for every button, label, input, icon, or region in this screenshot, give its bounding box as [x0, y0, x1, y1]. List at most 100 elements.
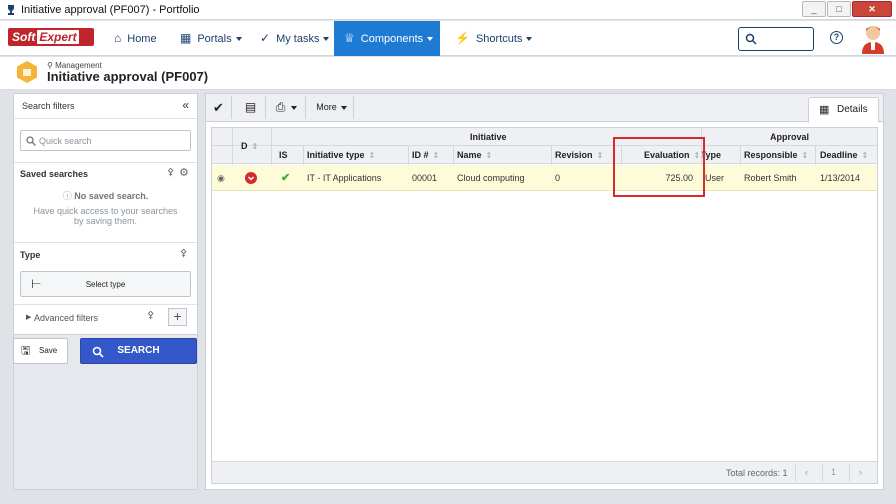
- nav-my-tasks-label: My tasks: [276, 33, 320, 45]
- sort-icon: ⇕: [801, 151, 809, 160]
- save-button[interactable]: 🖫 Save: [13, 338, 68, 364]
- divider: [14, 118, 197, 119]
- column-id[interactable]: ID # ⇕: [412, 146, 439, 164]
- column-initiative-type-label: Initiative type: [307, 150, 365, 160]
- checkmark-icon: ✔: [281, 172, 291, 184]
- column-d[interactable]: D ⇕: [241, 137, 258, 155]
- search-filters-title: Search filters: [22, 101, 75, 111]
- check-icon: ✓: [260, 31, 271, 45]
- tab-details-label: Details: [837, 104, 868, 115]
- column-responsible[interactable]: Responsible ⇕: [744, 146, 808, 164]
- tab-details[interactable]: ▦ Details: [808, 97, 879, 123]
- toolbar: ✔ ▤ ⎙ More: [206, 94, 883, 122]
- more-label: More: [316, 102, 337, 112]
- bolt-icon: ⚡: [455, 31, 470, 45]
- cell-deadline: 1/13/2014: [820, 173, 861, 183]
- view-record-icon[interactable]: ▤: [236, 96, 266, 119]
- chevron-down-icon: [427, 37, 434, 42]
- column-d-label: D: [241, 141, 248, 151]
- column-responsible-label: Responsible: [744, 150, 798, 160]
- no-saved-search-text: No saved search.: [74, 191, 149, 201]
- close-button[interactable]: ✕: [852, 1, 892, 17]
- type-title: Type: [20, 250, 41, 260]
- broom-icon[interactable]: ⚴: [180, 248, 187, 259]
- info-icon: ⓘ: [62, 191, 75, 201]
- status-alert-icon: [245, 172, 257, 184]
- nav-components-label: Components: [360, 33, 424, 45]
- column-revision[interactable]: Revision ⇕: [555, 146, 603, 164]
- page-number[interactable]: 1: [822, 464, 844, 482]
- softexpert-logo[interactable]: Soft Expert: [8, 28, 94, 46]
- gear-icon[interactable]: ⚙: [179, 166, 189, 179]
- nav-shortcuts[interactable]: ⚡ Shortcuts: [445, 21, 542, 56]
- advanced-filters-label[interactable]: Advanced filters: [34, 313, 98, 323]
- divider: [14, 242, 197, 243]
- sort-icon: ⇕: [251, 142, 259, 151]
- column-name-label: Name: [457, 150, 482, 160]
- nav-shortcuts-label: Shortcuts: [475, 33, 523, 45]
- cell-name: Cloud computing: [457, 173, 525, 183]
- column-is-label: IS: [279, 150, 288, 160]
- maximize-button[interactable]: □: [827, 1, 851, 17]
- logo-text-1: Soft: [12, 30, 36, 44]
- print-icon[interactable]: ⎙: [268, 96, 306, 119]
- group-header-approval: Approval: [770, 132, 810, 142]
- window-title: Initiative approval (PF007) - Portfolio: [21, 4, 200, 16]
- sort-icon: ⇕: [485, 151, 493, 160]
- trophy-icon: ♕: [344, 31, 355, 45]
- chevron-right-icon[interactable]: ▶: [26, 313, 31, 321]
- save-label: Save: [39, 346, 58, 355]
- page-title: Initiative approval (PF007): [47, 69, 209, 84]
- radio-selected-icon[interactable]: ◉: [217, 165, 225, 191]
- nav-my-tasks[interactable]: ✓ My tasks: [250, 21, 339, 56]
- column-is[interactable]: IS: [279, 146, 288, 164]
- quick-search-input[interactable]: Quick search: [20, 130, 191, 151]
- user-avatar[interactable]: [860, 24, 886, 54]
- trophy-icon: [8, 5, 14, 15]
- select-type-button[interactable]: ⊢ Select type: [20, 271, 191, 297]
- logo-text-2: Expert: [37, 30, 79, 44]
- add-filter-button[interactable]: +: [168, 308, 187, 326]
- search-icon: [92, 346, 104, 358]
- cell-responsible: Robert Smith: [744, 173, 797, 183]
- window-titlebar: Initiative approval (PF007) - Portfolio …: [0, 0, 896, 20]
- nav-home[interactable]: ⌂ Home: [104, 21, 167, 56]
- evaluation-highlight-box: [613, 137, 705, 197]
- minimize-button[interactable]: _: [802, 1, 826, 17]
- column-deadline[interactable]: Deadline ⇕: [820, 146, 868, 164]
- grid-footer: Total records: 1 ‹ 1 ›: [212, 461, 877, 483]
- divider: [14, 304, 197, 305]
- check-icon[interactable]: ✔: [206, 96, 232, 119]
- cell-id: 00001: [412, 173, 438, 183]
- group-header-initiative: Initiative: [470, 132, 507, 142]
- column-deadline-label: Deadline: [820, 150, 858, 160]
- initiative-icon: [17, 61, 37, 83]
- nav-portals[interactable]: ▦ Portals: [170, 21, 252, 56]
- cell-type: User: [705, 173, 725, 183]
- chevron-down-icon: [340, 105, 347, 110]
- nav-portals-label: Portals: [197, 33, 232, 45]
- nav-home-label: Home: [127, 33, 157, 45]
- no-saved-search-title: ⓘ No saved search.: [14, 191, 197, 201]
- divider: [14, 162, 197, 163]
- collapse-icon[interactable]: «: [182, 98, 189, 112]
- next-page-button[interactable]: ›: [849, 464, 871, 482]
- more-button[interactable]: More: [310, 96, 354, 119]
- nav-components[interactable]: ♕ Components: [334, 21, 440, 56]
- search-filters-panel: Search filters « Quick search Saved sear…: [13, 93, 198, 335]
- home-icon: ⌂: [114, 31, 122, 45]
- search-button[interactable]: SEARCH: [80, 338, 197, 364]
- broom-icon[interactable]: ⚴: [147, 310, 154, 321]
- saved-searches-title: Saved searches: [20, 169, 89, 179]
- global-search-input[interactable]: [738, 27, 814, 51]
- help-icon[interactable]: ?: [830, 31, 843, 44]
- sort-icon: ⇕: [368, 151, 376, 160]
- chevron-down-icon: [291, 105, 298, 110]
- total-records: Total records: 1: [726, 468, 788, 478]
- broom-icon[interactable]: ⚴: [167, 167, 174, 178]
- chevron-down-icon: [323, 37, 330, 42]
- prev-page-button[interactable]: ‹: [795, 464, 817, 482]
- table-row[interactable]: ◉ ✔ IT - IT Applications 00001 Cloud com…: [212, 165, 877, 191]
- column-name[interactable]: Name ⇕: [457, 146, 492, 164]
- column-initiative-type[interactable]: Initiative type ⇕: [307, 146, 375, 164]
